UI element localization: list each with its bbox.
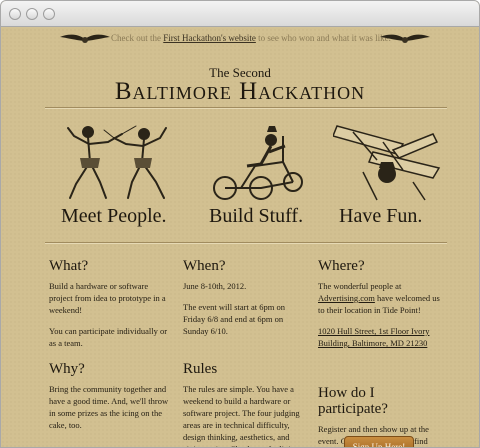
winged-emblem-right-icon — [380, 34, 430, 43]
page-title: Baltimore Hackathon — [114, 78, 366, 105]
where-section: Where? The wonderful people at Advertisi… — [318, 258, 442, 358]
fencers-illustration — [67, 125, 167, 199]
announcement-suffix: to see who won and what it was like. — [258, 33, 391, 43]
where-address: 1020 Hull Street, 1st Floor Ivory Buildi… — [318, 325, 442, 349]
why-description: Bring the community together and have a … — [49, 384, 169, 430]
why-section: Why? Bring the community together and ha… — [49, 361, 173, 440]
divider — [45, 107, 447, 109]
winged-emblem-left-icon — [60, 34, 110, 43]
rules-section: Rules The rules are simple. You have a w… — [183, 361, 307, 447]
what-heading: What? — [49, 258, 89, 274]
first-hackathon-link[interactable]: First Hackathon's website — [163, 33, 256, 43]
where-prefix: The wonderful people at — [318, 281, 402, 291]
biplane-illustration — [333, 125, 441, 201]
announcement-bar: Check out the First Hackathon's website … — [1, 28, 479, 52]
announcement-text: Check out the First Hackathon's website … — [111, 33, 391, 43]
sign-up-button[interactable]: Sign Up Here! — [344, 436, 414, 447]
window-titlebar — [1, 1, 479, 27]
where-description: The wonderful people at Advertising.com … — [318, 280, 442, 316]
web-page: Check out the First Hackathon's website … — [1, 28, 479, 447]
address-link[interactable]: 1020 Hull Street, 1st Floor Ivory Buildi… — [318, 326, 429, 348]
when-dates: June 8-10th, 2012. — [183, 281, 247, 291]
tagline-meet-people: Meet People. — [61, 205, 167, 227]
zoom-window-button[interactable] — [43, 8, 55, 20]
rules-heading: Rules — [183, 361, 218, 377]
announcement-prefix: Check out the — [111, 33, 161, 43]
divider — [45, 242, 447, 244]
tagline-build-stuff: Build Stuff. — [209, 205, 304, 227]
what-team-note: You can participate individually or as a… — [49, 326, 168, 348]
what-description: Build a hardware or software project fro… — [49, 281, 166, 315]
close-window-button[interactable] — [9, 8, 21, 20]
inventor-cycle-illustration — [213, 126, 303, 200]
when-times: The event will start at 6pm on Friday 6/… — [183, 302, 285, 336]
tagline-have-fun: Have Fun. — [339, 205, 423, 227]
browser-window: Check out the First Hackathon's website … — [0, 0, 480, 448]
advertising-com-link[interactable]: Advertising.com — [318, 293, 375, 303]
what-section: What? Build a hardware or software proje… — [49, 258, 173, 358]
when-section: When? June 8-10th, 2012. The event will … — [183, 258, 307, 346]
rules-description: The rules are simple. You have a weekend… — [183, 384, 300, 447]
where-heading: Where? — [318, 258, 365, 274]
minimize-window-button[interactable] — [26, 8, 38, 20]
why-heading: Why? — [49, 361, 85, 377]
how-heading: How do I participate? — [318, 385, 388, 417]
when-heading: When? — [183, 258, 226, 274]
